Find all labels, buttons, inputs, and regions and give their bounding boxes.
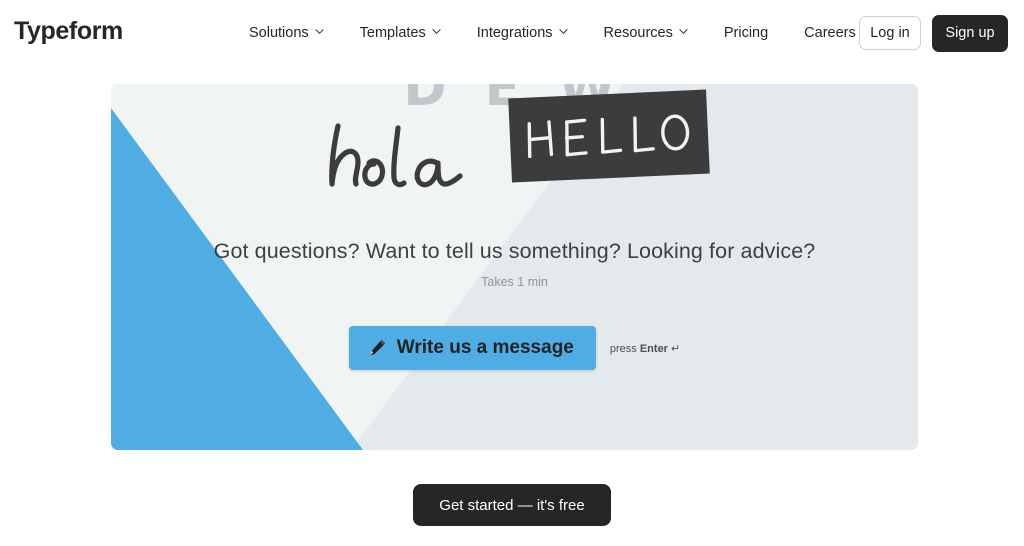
chevron-down-icon [558,27,568,36]
press-prefix: press [609,342,637,355]
hola-script-wordmark [316,106,501,206]
hero-duration-text: Takes 1 min [481,275,548,289]
sign-up-button[interactable]: Sign up [932,14,1008,52]
nav-item-resources[interactable]: Resources [604,19,688,47]
nav-item-integrations[interactable]: Integrations [477,19,568,47]
log-in-button[interactable]: Log in [859,16,921,50]
nav-label: Solutions [249,25,309,41]
typeform-logo[interactable]: Typeform [14,19,123,44]
site-header: Typeform Solutions Templates Integration… [0,0,1024,66]
nav-label: Resources [603,25,673,41]
pencil-icon [367,338,387,358]
nav-label: Pricing [723,25,769,41]
nav-item-solutions[interactable]: Solutions [249,19,324,47]
nav-item-templates[interactable]: Templates [360,19,441,47]
main-navigation: Solutions Templates Integrations Resourc… [249,0,856,66]
nav-item-careers[interactable]: Careers [804,19,856,47]
chevron-down-icon [679,27,688,36]
nav-label: Templates [359,25,426,41]
bottom-cta-area: Get started — it's free [0,484,1024,526]
chevron-down-icon [432,27,441,36]
nav-item-pricing[interactable]: Pricing [724,19,768,47]
cta-label: Write us a message [396,337,574,358]
header-actions: Log in Sign up [859,0,1008,66]
hero-cta-row: Write us a message press Enter ↵ [111,326,918,370]
write-us-a-message-button[interactable]: Write us a message [348,326,596,370]
press-enter-hint: press Enter ↵ [610,342,680,355]
press-key: Enter [639,342,668,355]
get-started-button[interactable]: Get started — it's free [413,484,611,526]
nav-label: Integrations [476,25,553,41]
typeform-embed-panel[interactable]: D E W [111,84,918,450]
nav-label: Careers [804,25,856,41]
hero-section: D E W [0,66,1024,470]
hero-question-text: Got questions? Want to tell us something… [213,239,816,263]
hello-block-wordmark [508,89,710,183]
hero-wordmark-row [111,89,918,224]
chevron-down-icon [315,27,324,36]
return-arrow-icon: ↵ [670,342,681,355]
